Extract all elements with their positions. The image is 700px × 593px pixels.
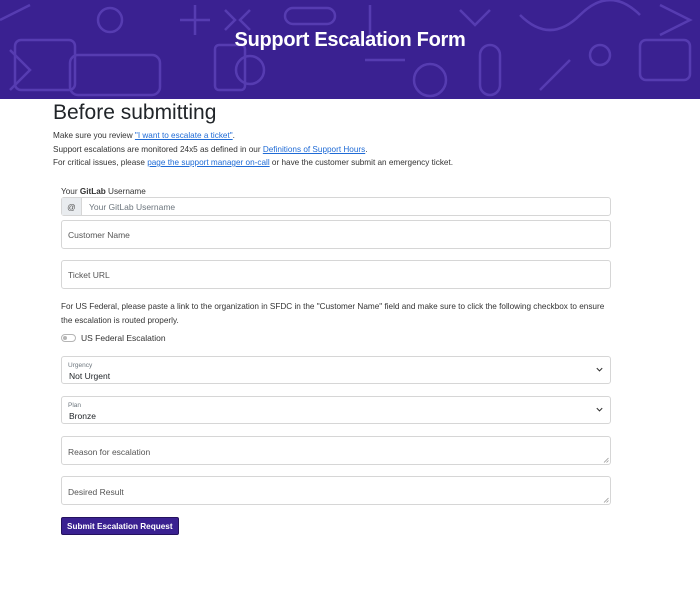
before-submitting-heading: Before submitting: [53, 101, 217, 124]
intro-section: Before submitting Make sure you review "…: [53, 100, 653, 170]
intro-text: Make sure you review "I want to escalate…: [53, 129, 653, 170]
intro-line-3-suffix: or have the customer submit an emergency…: [269, 158, 454, 167]
username-input-group[interactable]: @ Your GitLab Username: [61, 197, 611, 216]
desired-result-placeholder: Desired Result: [68, 487, 124, 497]
username-label-bold: GitLab: [79, 187, 106, 196]
desired-result-textarea[interactable]: Desired Result: [61, 476, 611, 505]
username-label-suffix: Username: [105, 187, 146, 196]
plan-select[interactable]: Plan Bronze: [61, 396, 611, 424]
username-input[interactable]: Your GitLab Username: [82, 198, 175, 215]
intro-line-1-suffix: .: [232, 131, 235, 140]
chevron-down-icon: [596, 367, 603, 372]
reason-textarea[interactable]: Reason for escalation: [61, 436, 611, 465]
us-federal-toggle[interactable]: [61, 334, 76, 342]
intro-line-2-suffix: .: [365, 144, 368, 154]
urgency-value: Not Urgent: [69, 371, 111, 381]
page-manager-link[interactable]: page the support manager on-call: [147, 158, 269, 167]
username-label: Your GitLab Username: [61, 187, 146, 196]
ticket-url-input[interactable]: Ticket URL: [61, 260, 611, 289]
chevron-down-icon: [596, 407, 603, 412]
reason-placeholder: Reason for escalation: [68, 447, 151, 457]
resize-grip-icon[interactable]: [603, 457, 609, 463]
urgency-select[interactable]: Urgency Not Urgent: [61, 356, 611, 384]
support-hours-link[interactable]: Definitions of Support Hours: [263, 145, 365, 154]
intro-line-2: Support escalations are monitored 24x5 a…: [53, 143, 653, 157]
us-federal-toggle-row[interactable]: US Federal Escalation: [61, 333, 166, 343]
intro-line-3: For critical issues, please page the sup…: [53, 156, 653, 170]
intro-line-1-text: Make sure you review: [53, 131, 135, 140]
at-sign-addon: @: [62, 198, 82, 215]
resize-grip-icon[interactable]: [603, 497, 609, 503]
intro-line-1: Make sure you review "I want to escalate…: [53, 129, 653, 143]
intro-line-3-text: For critical issues, please: [53, 158, 148, 167]
us-federal-toggle-label: US Federal Escalation: [81, 333, 166, 343]
header-banner: Support Escalation Form: [0, 0, 700, 99]
escalate-ticket-link[interactable]: "I want to escalate a ticket": [135, 131, 233, 140]
us-federal-note: For US Federal, please paste a link to t…: [61, 302, 605, 325]
submit-escalation-button[interactable]: Submit Escalation Request: [61, 517, 179, 535]
plan-value: Bronze: [69, 411, 96, 421]
urgency-label: Urgency: [68, 362, 93, 369]
customer-name-input[interactable]: Customer Name: [61, 220, 611, 249]
plan-label: Plan: [68, 402, 82, 409]
intro-line-2-text: Support escalations are monitored 24x5 a…: [53, 144, 263, 154]
page-title: Support Escalation Form: [234, 29, 466, 51]
username-label-prefix: Your: [61, 187, 80, 196]
